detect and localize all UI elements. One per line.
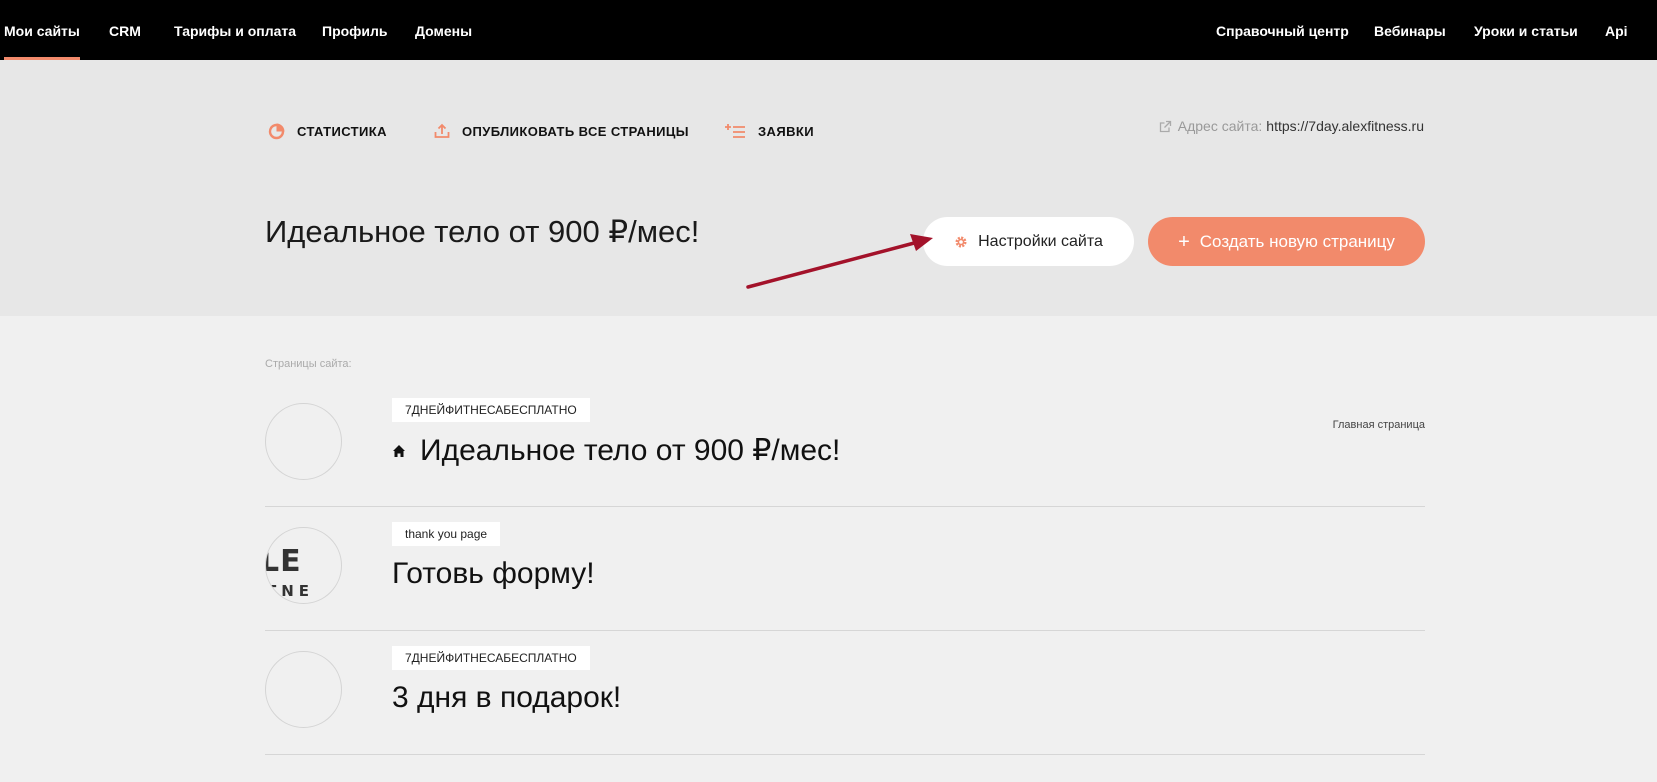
page-tag: 7ДНЕЙФИТНЕСАБЕСПЛАТНО	[392, 646, 590, 670]
nav-help-center[interactable]: Справочный центр	[1216, 0, 1349, 60]
external-link-icon[interactable]	[1159, 120, 1172, 133]
page-row-main[interactable]: 7ДНЕЙФИТНЕСАБЕСПЛАТНО Идеальное тело от …	[265, 383, 1425, 507]
nav-my-sites[interactable]: Мои сайты	[4, 0, 80, 60]
create-page-label: Создать новую страницу	[1199, 231, 1395, 251]
statistics-label: СТАТИСТИКА	[297, 123, 387, 139]
site-settings-button[interactable]: Настройки сайта	[923, 217, 1134, 266]
nav-profile[interactable]: Профиль	[322, 0, 388, 60]
page-title: Идеальное тело от 900 ₽/мес!	[392, 433, 840, 468]
publish-all-label: ОПУБЛИКОВАТЬ ВСЕ СТРАНИЦЫ	[462, 123, 689, 139]
home-icon	[393, 444, 405, 457]
site-address-label: Адрес сайта:	[1177, 118, 1263, 134]
page-thumbnail	[265, 403, 342, 480]
top-navigation: Мои сайты CRM Тарифы и оплата Профиль До…	[0, 0, 1657, 60]
pages-list-label: Страницы сайта:	[265, 358, 352, 370]
site-title: Идеальное тело от 900 ₽/мес!	[265, 214, 700, 249]
page-row-gift[interactable]: 7ДНЕЙФИТНЕСАБЕСПЛАТНО 3 дня в подарок!	[265, 631, 1425, 755]
main-page-badge: Главная страница	[1332, 419, 1425, 431]
page-thumbnail-logo: LE TNE	[265, 527, 342, 604]
requests-action[interactable]: ЗАЯВКИ	[724, 120, 814, 142]
thumb-logo-text-bottom: TNE	[266, 582, 315, 600]
requests-label: ЗАЯВКИ	[758, 123, 814, 139]
thumb-logo-text-top: LE	[266, 544, 302, 579]
pie-chart-icon	[268, 123, 285, 139]
statistics-action[interactable]: СТАТИСТИКА	[268, 120, 387, 142]
page-thumbnail	[265, 651, 342, 728]
nav-webinars[interactable]: Вебинары	[1374, 0, 1446, 60]
create-page-button[interactable]: + Создать новую страницу	[1148, 217, 1425, 266]
nav-tariffs[interactable]: Тарифы и оплата	[174, 0, 296, 60]
upload-icon	[434, 123, 450, 138]
site-settings-label: Настройки сайта	[978, 232, 1103, 250]
page-title-text: Готовь форму!	[392, 557, 595, 590]
site-address-url[interactable]: https://7day.alexfitness.ru	[1266, 118, 1424, 134]
page-row-thank-you[interactable]: LE TNE thank you page Готовь форму!	[265, 507, 1425, 631]
gear-icon	[955, 236, 967, 247]
page-title-text: 3 дня в подарок!	[392, 681, 622, 714]
publish-all-action[interactable]: ОПУБЛИКОВАТЬ ВСЕ СТРАНИЦЫ	[434, 120, 689, 142]
add-list-icon	[725, 124, 745, 138]
annotation-arrow	[746, 234, 933, 289]
plus-icon: +	[1178, 230, 1190, 253]
nav-domains[interactable]: Домены	[415, 0, 472, 60]
page-tag: thank you page	[392, 522, 501, 546]
page-tag: 7ДНЕЙФИТНЕСАБЕСПЛАТНО	[392, 398, 590, 422]
page-title-text: Идеальное тело от 900 ₽/мес!	[420, 434, 841, 467]
nav-api[interactable]: Api	[1605, 0, 1628, 60]
nav-lessons[interactable]: Уроки и статьи	[1474, 0, 1578, 60]
page-title: 3 дня в подарок!	[392, 681, 621, 715]
page-title: Готовь форму!	[392, 557, 595, 591]
site-address: Адрес сайта: https://7day.alexfitness.ru	[1159, 118, 1424, 134]
nav-crm[interactable]: CRM	[109, 0, 141, 60]
